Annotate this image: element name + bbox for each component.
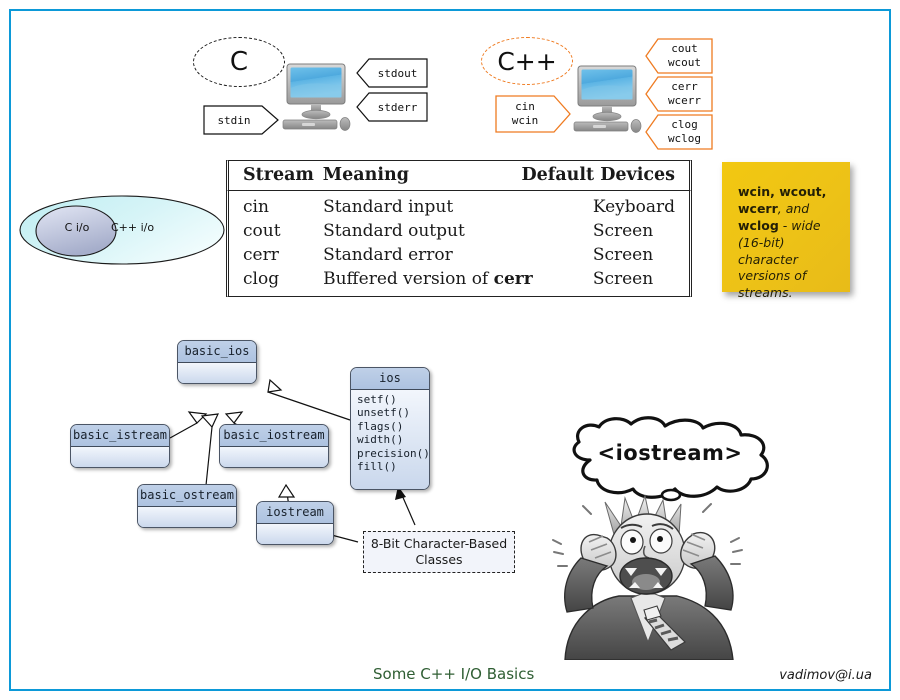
uml-title: basic_istream [71,425,169,447]
cpp-cout-box: cout wcout [645,38,713,74]
uml-member: setf() [357,393,397,406]
venn-diagram: C i/o C++ i/o [18,193,228,267]
cpp-cerr-label-1: cerr [671,80,698,94]
table-header-meaning: Meaning [322,165,409,185]
slide-canvas: C stdin stdout stderr C++ cin wcin cout … [0,0,900,700]
uml-member: width() [357,433,404,447]
uml-member: fill() [357,460,397,474]
uml-class-basic-ostream: basic_ostream [137,484,237,528]
cell-meaning-text: Standard error [323,245,453,265]
uml-member: unsetf() [357,406,410,420]
uml-class-ios: ios setf() unsetf() flags() width() prec… [350,367,430,490]
c-stdin-box: stdin [203,105,279,135]
sticky-bold-2: wcerr [738,200,778,216]
uml-member: flags() [357,419,404,433]
iostream-bubble-text: <iostream> [597,441,743,465]
cpp-clog-label-1: clog [671,118,698,132]
c-stdin-label: stdin [217,113,251,127]
sticky-bold-1: wcin, wcout, [738,184,827,199]
cell-stream: cin [243,197,269,217]
monitor-icon [277,62,355,134]
uml-note-8bit-classes: 8-Bit Character-Based Classes [363,531,515,573]
cell-meaning: Standard output [323,219,593,243]
cell-stream: cout [243,221,281,241]
table-header-devices: Default Devices [521,165,676,185]
cell-meaning: Standard input [323,195,593,219]
uml-title: ios [351,368,429,390]
note-line-1: 8-Bit Character-Based [370,536,508,552]
uml-title: basic_iostream [220,425,328,447]
cpp-clog-box: clog wclog [645,114,713,150]
cell-meaning-text: Standard output [323,221,465,241]
cpp-cout-label-2: wcout [667,56,702,69]
cell-meaning: Standard error [323,243,593,267]
cell-meaning-text: Buffered version of [323,269,494,289]
uml-title: basic_ios [178,341,256,363]
uml-title: basic_ostream [138,485,236,507]
uml-title: iostream [257,502,333,524]
table-header-stream: Stream [243,165,314,185]
c-language-label: C [229,47,249,77]
monitor-icon [568,64,646,136]
table-row: clog Buffered version of cerr Screen [229,267,689,291]
uml-member: precision() [357,446,430,460]
cell-meaning: Buffered version of cerr [323,267,593,291]
cell-device: Screen [592,269,654,289]
c-stdout-box: stdout [356,58,428,88]
cell-stream: cerr [243,245,279,265]
cpp-clog-label-2: wclog [667,132,702,145]
sticky-bold-3: wclog [738,217,779,233]
sticky-note: wcin, wcout, wcerr, and wclog - wide (16… [722,162,850,300]
uml-class-basic-istream: basic_istream [70,424,170,468]
stream-table: Stream Meaning Default Devices cin Stand… [226,160,692,297]
screaming-man-illustration [545,492,750,660]
cpp-cin-label-1: cin [515,100,535,114]
author-email: vadimov@i.ua [779,668,872,683]
cell-device: Keyboard [592,197,675,217]
cpp-language-ellipse: C++ [481,37,573,85]
cell-device: Screen [592,221,654,241]
table-header: Stream Meaning Default Devices [226,160,692,191]
uml-class-basic-iostream: basic_iostream [219,424,329,468]
cpp-cin-label-2: wcin [511,114,539,127]
cpp-language-label: C++ [497,46,557,76]
c-stderr-box: stderr [356,92,428,122]
cell-meaning-code: cerr [493,269,533,289]
cell-stream: clog [243,269,280,289]
cell-device: Screen [592,245,654,265]
cell-meaning-text: Standard input [323,197,454,217]
table-row: cerr Standard error Screen [229,243,689,267]
cpp-cout-label-1: cout [671,42,698,56]
venn-outer-label: C++ i/o [111,221,155,234]
cpp-cerr-box: cerr wcerr [645,76,713,112]
c-stdout-label: stdout [377,66,418,80]
venn-inner-label: C i/o [64,221,90,234]
c-stderr-label: stderr [377,100,418,114]
cpp-cin-box: cin wcin [495,95,571,133]
c-language-ellipse: C [193,37,285,87]
uml-class-basic-ios: basic_ios [177,340,257,384]
cpp-cerr-label-2: wcerr [667,94,702,107]
table-body: cin Standard input Keyboard cout Standar… [226,191,692,297]
table-row: cout Standard output Screen [229,219,689,243]
page-title: Some C++ I/O Basics [373,665,535,683]
uml-class-iostream: iostream [256,501,334,545]
sticky-mid: , and [777,200,810,216]
table-row: cin Standard input Keyboard [229,195,689,219]
note-line-2: Classes [415,552,463,567]
